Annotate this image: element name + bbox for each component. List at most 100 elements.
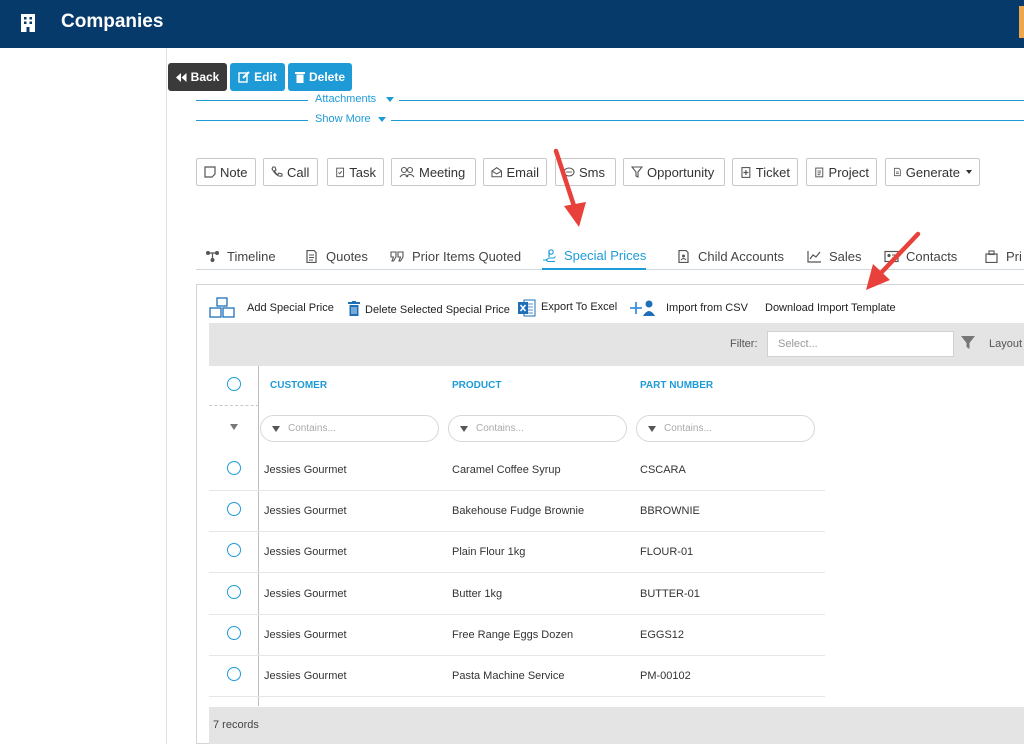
- part-number-filter-input[interactable]: Contains...: [636, 415, 815, 442]
- row-checkbox[interactable]: [227, 585, 241, 599]
- row-filter-icon: [230, 424, 238, 430]
- attachments-label: Attachments: [315, 93, 377, 105]
- grid-footer: [209, 707, 1024, 744]
- filter-operator-icon: [272, 425, 280, 432]
- ticket-label: Ticket: [755, 164, 790, 180]
- customer-filter-input[interactable]: Contains...: [260, 415, 439, 442]
- tab-prior-items-quoted[interactable]: Prior Items Quoted: [390, 243, 521, 270]
- document-icon: [894, 167, 901, 177]
- column-header-part-number[interactable]: PART NUMBER: [640, 380, 713, 391]
- hand-coin-icon: [543, 249, 556, 262]
- import-from-csv-button[interactable]: Import from CSV: [630, 298, 748, 318]
- import-from-csv-label: Import from CSV: [666, 302, 748, 314]
- filter-operator-icon: [460, 425, 468, 432]
- row-checkbox[interactable]: [227, 502, 241, 516]
- ticket-button[interactable]: Ticket: [732, 158, 798, 186]
- tab-label: Quotes: [326, 249, 368, 264]
- filter-label: Filter:: [730, 338, 758, 350]
- part-number-cell: BBROWNIE: [640, 505, 700, 517]
- generate-dropdown[interactable]: Generate: [885, 158, 980, 186]
- timeline-icon: [206, 251, 219, 262]
- add-user-icon: [630, 300, 655, 316]
- customer-cell: Jessies Gourmet: [264, 464, 347, 476]
- note-button[interactable]: Note: [196, 158, 256, 186]
- people-icon: [399, 166, 415, 178]
- edit-button[interactable]: Edit: [230, 63, 285, 91]
- building-small-icon: [985, 250, 998, 263]
- tab-timeline[interactable]: Timeline: [205, 243, 276, 270]
- top-header: Companies: [0, 0, 1024, 48]
- tab-label: Sales: [829, 249, 862, 264]
- filter-select[interactable]: Select...: [767, 331, 954, 357]
- download-import-template-button[interactable]: Download Import Template: [765, 298, 896, 318]
- tab-label: Timeline: [227, 249, 276, 264]
- tab-label: Child Accounts: [698, 249, 784, 264]
- tab-quotes[interactable]: Quotes: [304, 243, 368, 270]
- select-all-checkbox[interactable]: [227, 377, 241, 391]
- row-checkbox[interactable]: [227, 461, 241, 475]
- back-button[interactable]: Back: [168, 63, 227, 91]
- opportunity-button[interactable]: Opportunity: [623, 158, 725, 186]
- column-header-customer[interactable]: CUSTOMER: [270, 380, 327, 391]
- phone-icon: [271, 166, 283, 177]
- task-icon: [336, 167, 345, 178]
- generate-label: Generate: [905, 164, 960, 180]
- header-corner-button[interactable]: [1019, 6, 1024, 38]
- delete-selected-label: Delete Selected Special Price: [365, 303, 510, 316]
- meeting-button[interactable]: Meeting: [391, 158, 476, 186]
- product-filter-input[interactable]: Contains...: [448, 415, 627, 442]
- row-checkbox[interactable]: [227, 626, 241, 640]
- attachments-section-toggle[interactable]: Attachments: [196, 93, 1024, 107]
- part-number-cell: CSCARA: [640, 464, 686, 476]
- edit-icon: [238, 71, 250, 83]
- customer-cell: Jessies Gourmet: [264, 546, 347, 558]
- tab-pri[interactable]: Pri: [984, 243, 1022, 270]
- product-cell: Free Range Eggs Dozen: [452, 629, 574, 641]
- annotation-arrow-icon: [553, 148, 586, 227]
- ticket-icon: [741, 167, 751, 178]
- show-more-toggle[interactable]: Show More: [196, 113, 1024, 127]
- part-number-cell: PM-00102: [640, 670, 691, 682]
- row-checkbox[interactable]: [227, 543, 241, 557]
- part-number-cell: EGGS12: [640, 629, 685, 641]
- part-number-cell: FLOUR-01: [640, 546, 694, 558]
- note-icon: [204, 166, 216, 178]
- filter-placeholder: Contains...: [476, 423, 524, 434]
- add-special-price-button[interactable]: Add Special Price: [208, 297, 334, 318]
- delete-selected-special-price-button[interactable]: Delete Selected Special Price: [348, 298, 510, 318]
- product-cell: Bakehouse Fudge Brownie: [452, 505, 585, 517]
- quote-marks-icon: [390, 251, 404, 262]
- email-icon: [491, 167, 503, 178]
- tab-label: Special Prices: [564, 248, 647, 263]
- project-button[interactable]: Project: [806, 158, 877, 186]
- product-cell: Plain Flour 1kg: [452, 546, 526, 558]
- excel-icon: [518, 299, 536, 317]
- product-cell: Butter 1kg: [452, 588, 503, 600]
- column-header-product[interactable]: PRODUCT: [452, 380, 501, 391]
- tab-sales[interactable]: Sales: [807, 243, 862, 270]
- project-label: Project: [828, 164, 869, 180]
- boxes-icon: [209, 297, 235, 318]
- delete-label: Delete: [308, 70, 346, 84]
- tab-child-accounts[interactable]: Child Accounts: [676, 243, 784, 270]
- call-button[interactable]: Call: [263, 158, 318, 186]
- caret-down-icon: [386, 97, 394, 102]
- task-button[interactable]: Task: [327, 158, 384, 186]
- tab-label: Prior Items Quoted: [412, 249, 522, 264]
- row-checkbox[interactable]: [227, 667, 241, 681]
- email-label: Email: [506, 164, 539, 180]
- caret-down-icon: [966, 170, 972, 174]
- filter-funnel-icon[interactable]: [961, 336, 975, 350]
- tab-special-prices[interactable]: Special Prices: [542, 243, 647, 270]
- line-chart-icon: [807, 251, 821, 263]
- filter-placeholder: Contains...: [664, 423, 712, 434]
- opportunity-label: Opportunity: [647, 164, 715, 180]
- layout-label[interactable]: Layout: [989, 338, 1022, 350]
- show-more-label: Show More: [315, 113, 371, 125]
- note-label: Note: [220, 164, 248, 180]
- export-to-excel-button[interactable]: Export To Excel: [518, 298, 617, 318]
- customer-cell: Jessies Gourmet: [264, 629, 347, 641]
- project-icon: [815, 167, 824, 178]
- delete-button[interactable]: Delete: [288, 63, 352, 91]
- email-button[interactable]: Email: [483, 158, 547, 186]
